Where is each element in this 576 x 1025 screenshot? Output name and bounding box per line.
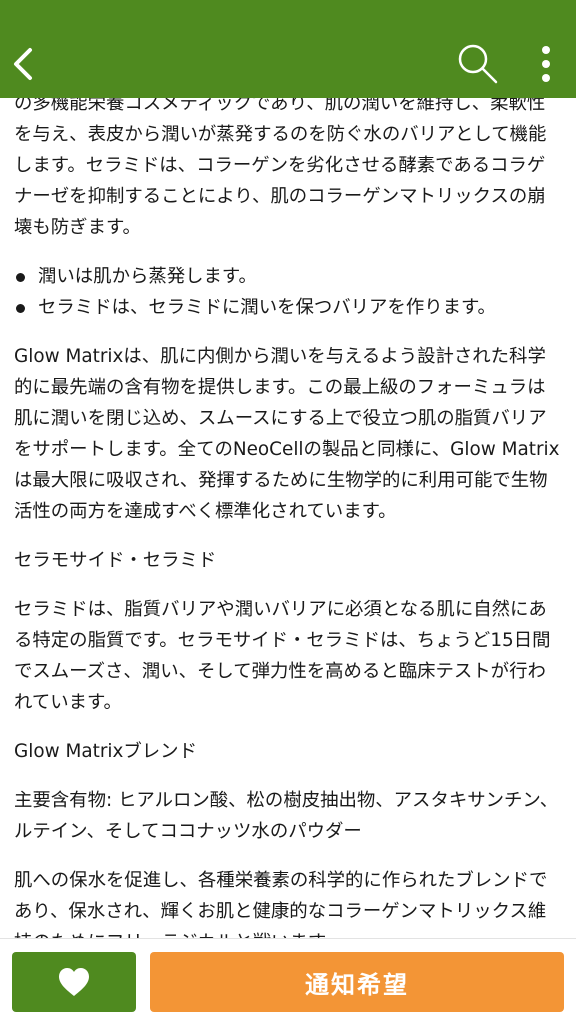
intro-paragraph: の多機能栄養コスメティックであり、肌の潤いを維持し、柔軟性を与え、表皮から潤いが… bbox=[14, 98, 547, 238]
list-item: セラミドは、セラミドに潤いを保つバリアを作ります。 bbox=[14, 292, 562, 323]
search-icon bbox=[458, 44, 498, 84]
app-header bbox=[0, 0, 576, 98]
ceramide-heading: セラモサイド・セラミド bbox=[14, 550, 217, 571]
ingredients-paragraph: 主要含有物: ヒアルロン酸、松の樹皮抽出物、アスタキサンチン、ルテイン、そしてコ… bbox=[14, 790, 559, 842]
more-options-button[interactable] bbox=[532, 44, 560, 84]
search-button[interactable] bbox=[456, 42, 500, 86]
list-item: 潤いは肌から蒸発します。 bbox=[14, 261, 562, 292]
blend-paragraph: 肌への保水を促進し、各種栄養素の科学的に作られたブレンドであり、保水され、輝くお… bbox=[14, 870, 548, 938]
favorite-button[interactable] bbox=[12, 952, 136, 1012]
blend-heading: Glow Matrixブレンド bbox=[14, 741, 197, 762]
glow-matrix-paragraph: Glow Matrixは、肌に内側から潤いを与えるよう設計された科学的に最先端の… bbox=[14, 346, 560, 522]
more-vertical-icon bbox=[542, 46, 550, 82]
back-button[interactable] bbox=[8, 46, 44, 82]
chevron-left-icon bbox=[14, 48, 32, 80]
bullet-list: 潤いは肌から蒸発します。 セラミドは、セラミドに潤いを保つバリアを作ります。 bbox=[14, 261, 562, 323]
action-bar: 通知希望 bbox=[0, 938, 576, 1025]
ceramide-paragraph: セラミドは、脂質バリアや潤いバリアに必須となる肌に自然にある特定の脂質です。セラ… bbox=[14, 599, 551, 713]
product-description[interactable]: の多機能栄養コスメティックであり、肌の潤いを維持し、柔軟性を与え、表皮から潤いが… bbox=[0, 98, 576, 938]
notify-me-button[interactable]: 通知希望 bbox=[150, 952, 564, 1012]
heart-icon bbox=[59, 968, 89, 996]
description-body: の多機能栄養コスメティックであり、肌の潤いを維持し、柔軟性を与え、表皮から潤いが… bbox=[0, 98, 576, 938]
